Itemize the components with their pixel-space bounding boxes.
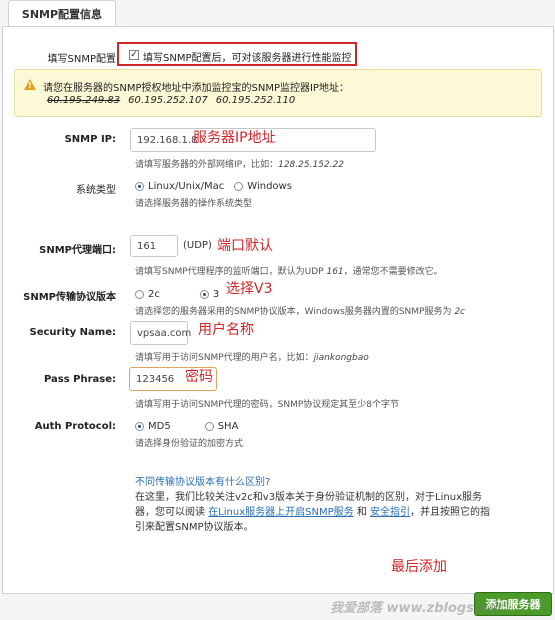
warning-icon: ! (24, 79, 36, 90)
version-hint-text: 请选择您的服务器采用的SNMP协议版本，Windows服务器内置的SNMP服务为 (135, 307, 452, 317)
version-3-label: 3 (212, 289, 220, 300)
auth-sha-radio[interactable] (204, 422, 214, 431)
auth-md5-label: MD5 (148, 421, 171, 432)
warning-ip-2: 60.195.252.110 (215, 95, 296, 106)
annotation-ip: 服务器IP地址 (193, 130, 276, 146)
security-name-input[interactable]: vpsaa.com (130, 321, 192, 345)
security-name-value: vpsaa.com (137, 327, 192, 339)
port-value: 161 (137, 240, 157, 252)
version-3-radio[interactable] (199, 290, 209, 299)
version-difference-link[interactable]: 不同传输协议版本有什么区别? (135, 477, 270, 488)
warning-ip-list: 60.195.249.83 60.195.252.107 60.195.252.… (47, 95, 295, 106)
warning-ip-1: 60.195.252.107 (128, 95, 208, 106)
port-hint-text: 请填写SNMP代理程序的监听端口，默认为UDP (135, 267, 324, 277)
enable-checkbox-label: 填写SNMP配置后，可对该服务器进行性能监控 (143, 53, 352, 64)
port-label: SNMP代理端口: (39, 245, 116, 256)
snmp-ip-value: 192.168.1.8 (137, 134, 198, 146)
annotation-port: 端口默认 (217, 238, 273, 254)
enable-checkbox[interactable]: ✓ (129, 50, 139, 60)
security-name-label: Security Name: (29, 327, 117, 338)
snmp-ip-label: SNMP IP: (64, 134, 116, 145)
os-linux-label: Linux/Unix/Mac (148, 181, 225, 192)
enable-label: 填写SNMP配置 (47, 54, 117, 65)
info-line-3: 引来配置SNMP协议版本。 (135, 522, 254, 533)
linux-snmp-guide-link[interactable]: 在Linux服务器上开启SNMP服务 (208, 507, 353, 518)
version-2c-label: 2c (148, 289, 160, 300)
auth-protocol-label: Auth Protocol: (34, 421, 116, 432)
port-hint-example: 161 (326, 267, 344, 277)
version-options: 2c 3 (135, 289, 219, 300)
port-input[interactable]: 161 (130, 235, 178, 257)
pass-phrase-hint: 请填写用于访问SNMP代理的密码，SNMP协议规定其至少8个字节 (135, 400, 400, 410)
watermark: 我爱部落 www.zblogs.net (330, 601, 504, 616)
port-hint: 请填写SNMP代理程序的监听端口，默认为UDP 161，通常您不需要修改它。 (135, 264, 443, 277)
auth-md5-radio[interactable] (135, 422, 144, 431)
security-name-hint-example: jiankongbao (313, 353, 369, 363)
os-type-label: 系统类型 (76, 185, 116, 196)
info-line-2: 器，您可以阅读 在Linux服务器上开启SNMP服务 和 安全指引，并且按照它的… (135, 505, 540, 520)
snmp-ip-hint-example: 128.25.152.22 (278, 160, 344, 170)
version-2c-radio[interactable] (135, 290, 144, 299)
version-hint: 请选择您的服务器采用的SNMP协议版本，Windows服务器内置的SNMP服务为… (135, 304, 465, 317)
port-hint-tail: ，通常您不需要修改它。 (343, 267, 443, 277)
version-info-block: 不同传输协议版本有什么区别? 在这里，我们比较关注v2c和v3版本关于身份验证机… (135, 475, 540, 535)
tab-label: SNMP配置信息 (21, 8, 103, 21)
tab-snmp-config[interactable]: SNMP配置信息 (8, 0, 116, 27)
warning-box: ! 请您在服务器的SNMP授权地址中添加监控宝的SNMP监控器IP地址： 60.… (14, 69, 542, 117)
snmp-ip-hint-text: 请填写服务器的外部网络IP，比如： (135, 160, 279, 170)
info-line-1: 在这里，我们比较关注v2c和v3版本关于身份验证机制的区别，对于Linux服务 (135, 492, 483, 503)
port-unit: (UDP) (183, 240, 212, 251)
annotation-password: 密码 (185, 369, 213, 385)
pass-phrase-value: 123456 (136, 373, 175, 385)
os-windows-radio[interactable] (234, 182, 244, 191)
snmp-ip-hint: 请填写服务器的外部网络IP，比如：128.25.152.22 (135, 157, 344, 170)
version-hint-example: 2c (454, 307, 466, 317)
os-type-options: Linux/Unix/Mac Windows (135, 181, 292, 192)
os-windows-label: Windows (247, 181, 292, 192)
security-name-hint: 请填写用于访问SNMP代理的用户名，比如：jiankongbao (135, 350, 369, 363)
annotation-version: 选择V3 (226, 281, 273, 297)
os-linux-radio[interactable] (135, 182, 144, 191)
security-guide-link[interactable]: 安全指引 (370, 507, 410, 518)
auth-protocol-hint: 请选择身份验证的加密方式 (135, 439, 244, 449)
warning-ip-deprecated: 60.195.249.83 (47, 95, 121, 106)
auth-sha-label: SHA (217, 421, 239, 432)
version-label: SNMP传输协议版本 (23, 292, 116, 303)
auth-protocol-options: MD5 SHA (135, 421, 238, 432)
info-line-2c: ，并且按照它的指 (410, 507, 490, 518)
info-line-2a: 器，您可以阅读 (135, 507, 205, 518)
annotation-username: 用户名称 (198, 322, 254, 338)
pass-phrase-label: Pass Phrase: (43, 374, 116, 385)
annotation-final: 最后添加 (391, 559, 447, 575)
warning-text: 请您在服务器的SNMP授权地址中添加监控宝的SNMP监控器IP地址： (43, 83, 349, 94)
os-type-hint: 请选择服务器的操作系统类型 (135, 199, 253, 209)
info-line-2b: 和 (356, 507, 367, 518)
security-name-hint-text: 请填写用于访问SNMP代理的用户名，比如： (135, 353, 314, 363)
